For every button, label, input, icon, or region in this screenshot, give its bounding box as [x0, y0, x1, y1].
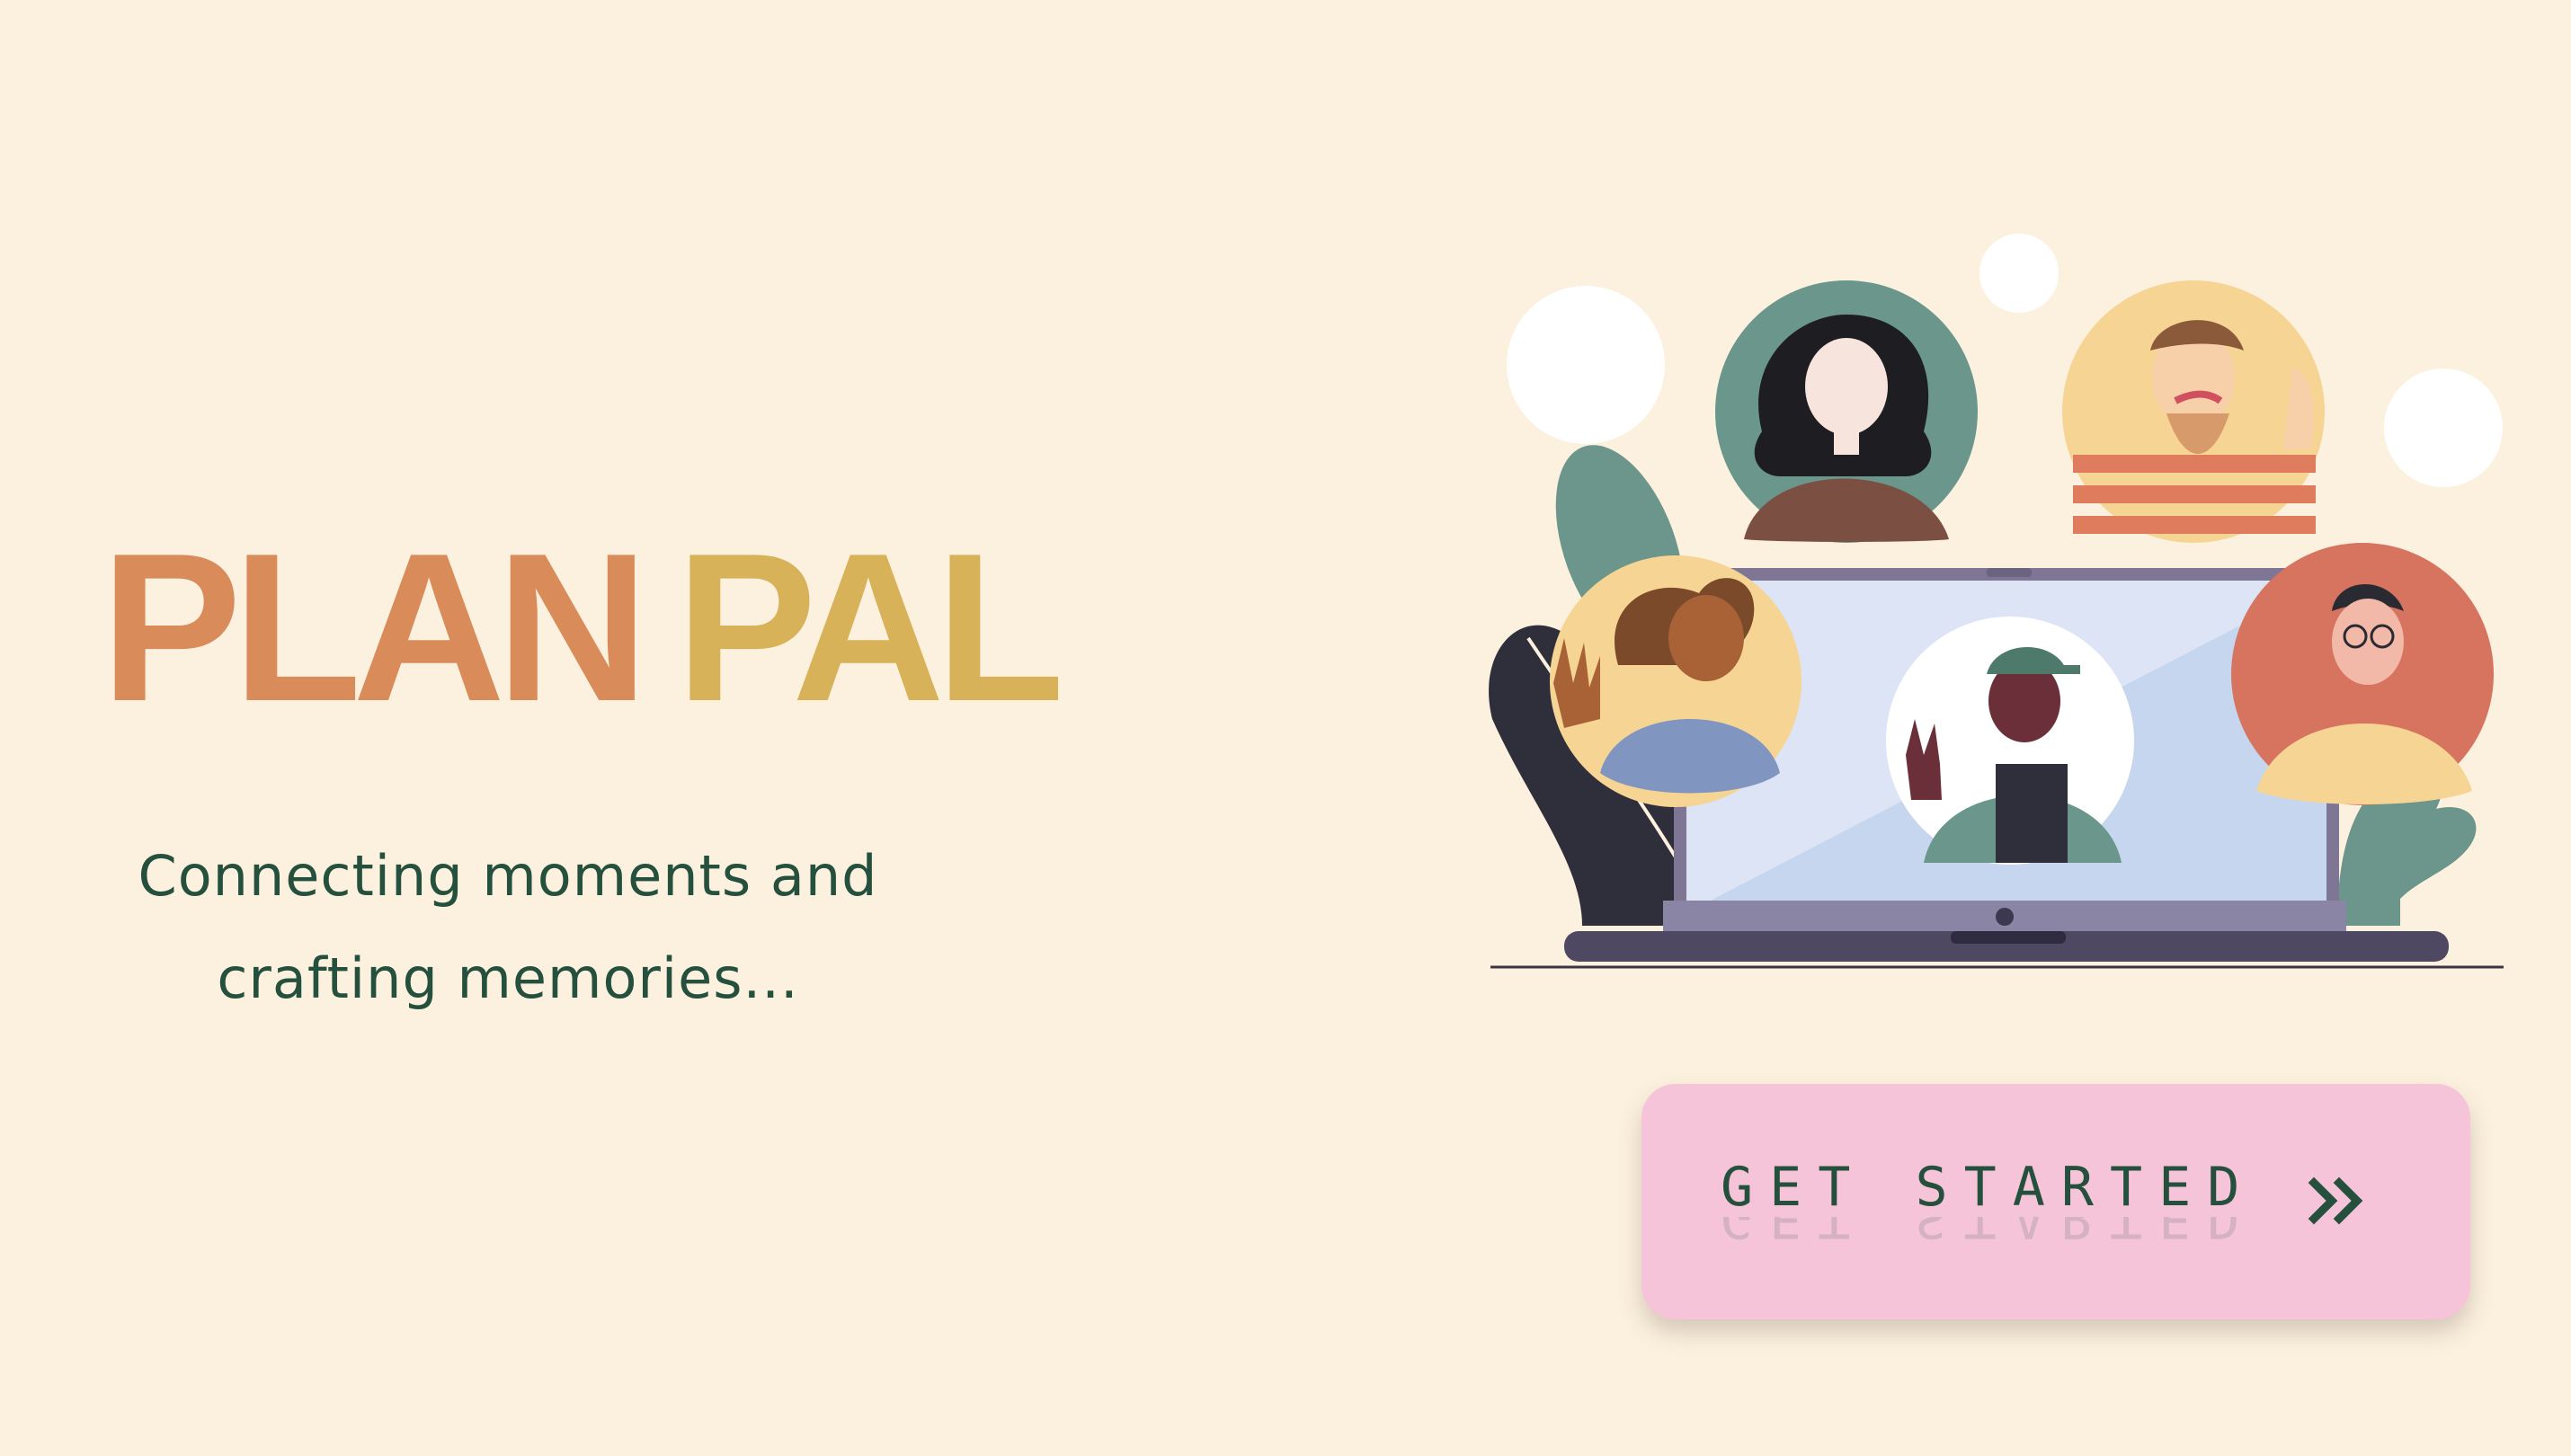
get-started-button[interactable]: GET STARTED GET STARTED: [1641, 1084, 2470, 1319]
tagline: Connecting moments and crafting memories…: [54, 825, 962, 1030]
brand-logo: PLAN PAL: [101, 509, 1065, 745]
brand-logo-pal: PAL: [675, 509, 1065, 745]
get-started-label: GET STARTED: [1721, 1156, 2256, 1219]
video-call-illustration: [1489, 234, 2504, 969]
double-chevron-right-icon: [2308, 1176, 2363, 1225]
get-started-label-reflection: GET STARTED: [1721, 1217, 2256, 1249]
brand-logo-plan: PLAN: [101, 509, 649, 745]
tagline-line-2: crafting memories...: [217, 946, 799, 1011]
tagline-line-1: Connecting moments and: [138, 843, 878, 909]
